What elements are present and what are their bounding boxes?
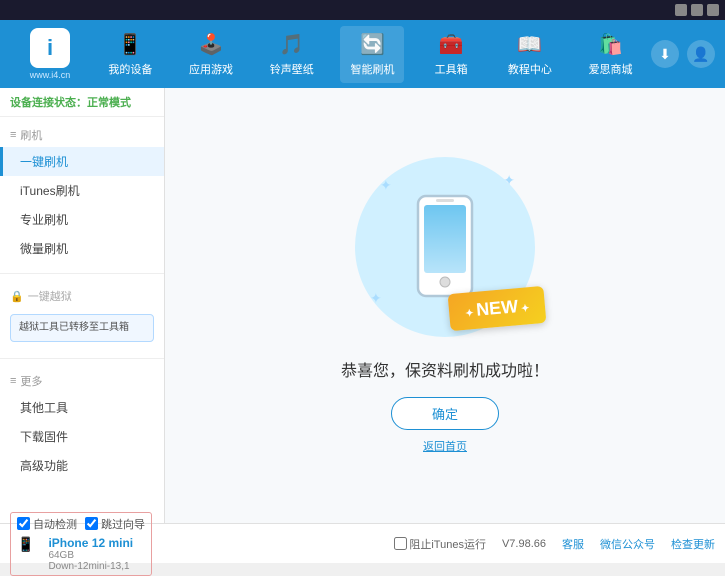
shop-icon: 🛍️ bbox=[598, 32, 623, 57]
download-button[interactable]: ⬇ bbox=[651, 40, 679, 68]
wechat-link[interactable]: 微信公众号 bbox=[600, 536, 655, 552]
success-message: 恭喜您，保资料刷机成功啦！ bbox=[341, 357, 549, 381]
sidebar-section-more-header: ≡ 更多 bbox=[0, 369, 164, 393]
sidebar-section-jailbreak: 🔒 一键越狱 越狱工具已转移至工具箱 bbox=[0, 278, 164, 354]
phone-illustration bbox=[410, 191, 480, 304]
customer-service-link[interactable]: 客服 bbox=[562, 536, 584, 552]
nav-item-my-device[interactable]: 📱 我的设备 bbox=[98, 26, 162, 83]
nav-label-apps-games: 应用游戏 bbox=[189, 61, 233, 77]
auto-detect-checkbox[interactable] bbox=[17, 517, 30, 530]
new-badge: NEW bbox=[447, 286, 546, 331]
check-update-link[interactable]: 检查更新 bbox=[671, 536, 715, 552]
nav-item-tutorial[interactable]: 📖 教程中心 bbox=[498, 26, 562, 83]
sidebar-item-pro-flash[interactable]: 专业刷机 bbox=[0, 205, 164, 234]
user-button[interactable]: 👤 bbox=[687, 40, 715, 68]
header: i www.i4.cn 📱 我的设备 🕹️ 应用游戏 🎵 铃声壁纸 🔄 智能刷机… bbox=[0, 20, 725, 88]
nav-actions: ⬇ 👤 bbox=[651, 40, 715, 68]
nav-item-apps-games[interactable]: 🕹️ 应用游戏 bbox=[179, 26, 243, 83]
sidebar-item-ota-flash[interactable]: 微量刷机 bbox=[0, 234, 164, 263]
nav-label-ringtone: 铃声壁纸 bbox=[270, 61, 314, 77]
nav-label-shop: 爱思商城 bbox=[589, 61, 633, 77]
nav-item-toolbox[interactable]: 🧰 工具箱 bbox=[421, 26, 481, 83]
jailbreak-notice: 越狱工具已转移至工具箱 bbox=[10, 314, 154, 342]
more-section-icon: ≡ bbox=[10, 375, 16, 387]
confirm-button[interactable]: 确定 bbox=[391, 397, 499, 430]
sidebar-item-one-click-flash[interactable]: 一键刷机 bbox=[0, 147, 164, 176]
sidebar-divider-2 bbox=[0, 358, 164, 359]
sparkle-bl: ✦ bbox=[370, 290, 382, 307]
skip-wizard-checkbox-label[interactable]: 跳过向导 bbox=[85, 516, 145, 532]
sidebar-section-flash: ≡ 刷机 一键刷机 iTunes刷机 专业刷机 微量刷机 bbox=[0, 117, 164, 269]
nav-label-my-device: 我的设备 bbox=[108, 61, 152, 77]
more-section-label: 更多 bbox=[20, 373, 42, 389]
device-info: iPhone 12 mini 64GB Down-12mini-13,1 bbox=[48, 536, 133, 572]
logo-icon-text: i bbox=[47, 35, 53, 61]
device-name: iPhone 12 mini bbox=[48, 536, 133, 550]
nav-label-toolbox: 工具箱 bbox=[435, 61, 468, 77]
stop-itunes-checkbox[interactable] bbox=[394, 537, 407, 550]
sparkle-tr: ✦ bbox=[503, 172, 515, 189]
logo-icon: i bbox=[30, 28, 70, 68]
device-status: 设备连接状态：正常模式 bbox=[0, 88, 164, 117]
auto-detect-label: 自动检测 bbox=[33, 516, 77, 532]
device-model: Down-12mini-13,1 bbox=[48, 561, 133, 572]
nav-label-smart-flash: 智能刷机 bbox=[350, 61, 394, 77]
phone-circle: ✦ ✦ ✦ ✦ bbox=[355, 157, 535, 337]
sidebar-item-download-firmware[interactable]: 下载固件 bbox=[0, 422, 164, 451]
main-nav: 📱 我的设备 🕹️ 应用游戏 🎵 铃声壁纸 🔄 智能刷机 🧰 工具箱 📖 教程中… bbox=[90, 20, 651, 88]
flash-section-icon: ≡ bbox=[10, 129, 16, 141]
version-label: V7.98.66 bbox=[502, 538, 546, 550]
sidebar-section-more: ≡ 更多 其他工具 下载固件 高级功能 bbox=[0, 363, 164, 486]
nav-item-ringtone-wallpaper[interactable]: 🎵 铃声壁纸 bbox=[260, 26, 324, 83]
flash-section-label: 刷机 bbox=[20, 127, 42, 143]
maximize-button[interactable] bbox=[691, 4, 703, 16]
main-layout: 设备连接状态：正常模式 ≡ 刷机 一键刷机 iTunes刷机 专业刷机 微量刷机 bbox=[0, 88, 725, 523]
nav-item-smart-flash[interactable]: 🔄 智能刷机 bbox=[340, 26, 404, 83]
bottom-right: 阻止iTunes运行 V7.98.66 客服 微信公众号 检查更新 bbox=[394, 536, 715, 552]
sparkle-tl: ✦ bbox=[380, 177, 392, 194]
jailbreak-section-label: 一键越狱 bbox=[28, 288, 72, 304]
bottom-bar: 自动检测 跳过向导 📱 iPhone 12 mini 64GB Down-12m… bbox=[0, 523, 725, 563]
skip-wizard-checkbox[interactable] bbox=[85, 517, 98, 530]
smart-flash-icon: 🔄 bbox=[360, 32, 385, 57]
logo: i www.i4.cn bbox=[10, 28, 90, 80]
auto-detect-checkbox-label[interactable]: 自动检测 bbox=[17, 516, 77, 532]
sidebar-divider-1 bbox=[0, 273, 164, 274]
sidebar-section-flash-header: ≡ 刷机 bbox=[0, 123, 164, 147]
main-content: ✦ ✦ ✦ ✦ bbox=[165, 88, 725, 523]
my-device-icon: 📱 bbox=[118, 32, 143, 57]
apps-games-icon: 🕹️ bbox=[199, 32, 224, 57]
device-phone-icon: 📱 bbox=[17, 536, 34, 553]
close-button[interactable] bbox=[707, 4, 719, 16]
device-status-value: 正常模式 bbox=[87, 97, 131, 109]
device-storage: 64GB bbox=[48, 550, 133, 561]
nav-label-tutorial: 教程中心 bbox=[508, 61, 552, 77]
toolbox-icon: 🧰 bbox=[439, 32, 464, 57]
illustration: ✦ ✦ ✦ ✦ bbox=[355, 157, 535, 337]
stop-itunes[interactable]: 阻止iTunes运行 bbox=[394, 536, 486, 552]
sidebar-item-advanced[interactable]: 高级功能 bbox=[0, 451, 164, 480]
titlebar bbox=[0, 0, 725, 20]
sidebar: 设备连接状态：正常模式 ≡ 刷机 一键刷机 iTunes刷机 专业刷机 微量刷机 bbox=[0, 88, 165, 523]
minimize-button[interactable] bbox=[675, 4, 687, 16]
lock-icon: 🔒 bbox=[10, 290, 24, 303]
logo-url: www.i4.cn bbox=[30, 70, 71, 80]
skip-wizard-label: 跳过向导 bbox=[101, 516, 145, 532]
sidebar-item-other-tools[interactable]: 其他工具 bbox=[0, 393, 164, 422]
go-home-link[interactable]: 返回首页 bbox=[423, 438, 467, 454]
device-status-label: 设备连接状态： bbox=[10, 97, 87, 109]
tutorial-icon: 📖 bbox=[517, 32, 542, 57]
nav-item-shop[interactable]: 🛍️ 爱思商城 bbox=[579, 26, 643, 83]
ringtone-icon: 🎵 bbox=[279, 32, 304, 57]
sidebar-section-jailbreak-header: 🔒 一键越狱 bbox=[0, 284, 164, 308]
sidebar-item-itunes-flash[interactable]: iTunes刷机 bbox=[0, 176, 164, 205]
